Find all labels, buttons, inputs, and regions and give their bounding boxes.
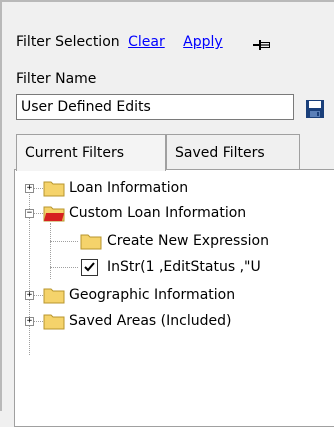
tab-saved-filters-label: Saved Filters [175,145,265,161]
apply-link[interactable]: Apply [183,34,223,50]
tree-item-saved-areas[interactable]: + Saved Areas (Included) [15,310,334,332]
pin-icon[interactable] [252,37,272,53]
save-icon[interactable] [306,100,324,118]
tree-item-loan-information[interactable]: + Loan Information [15,177,334,199]
expand-icon[interactable]: + [25,184,34,193]
folder-icon [43,288,65,304]
folder-icon [43,314,65,330]
tree-item-custom-loan-information[interactable]: − Custom Loan Information [15,202,334,224]
tree-item-label: Loan Information [69,180,189,196]
clear-link[interactable]: Clear [128,34,165,50]
tab-current-filters-label: Current Filters [25,145,124,161]
tree-item-create-new-expression[interactable]: Create New Expression [15,230,334,252]
folder-open-red-icon [43,206,65,222]
tree-item-geographic-information[interactable]: + Geographic Information [15,284,334,306]
tree-item-label: Create New Expression [107,233,269,249]
collapse-icon[interactable]: − [25,209,34,218]
tree-item-label: Geographic Information [69,287,236,303]
tab-current-filters[interactable]: Current Filters [16,134,166,171]
checkmark-icon [84,262,95,272]
filter-selection-header: Filter Selection Clear Apply [16,34,223,50]
tree-item-label: Saved Areas (Included) [69,313,232,329]
folder-icon [43,181,65,197]
folder-icon [80,234,102,250]
filter-name-label: Filter Name [16,71,97,87]
tree-item-instr-expression[interactable]: InStr(1 ,EditStatus ,"U [15,256,334,278]
expand-icon[interactable]: + [25,291,34,300]
filter-tree[interactable]: + Loan Information − Custom Loan Informa… [14,169,334,427]
tree-item-label: Custom Loan Information [69,205,247,221]
tab-saved-filters[interactable]: Saved Filters [166,134,300,170]
filter-panel: Filter Selection Clear Apply Filter Name… [0,0,334,427]
checkbox[interactable] [81,259,98,276]
expand-icon[interactable]: + [25,317,34,326]
filter-name-input[interactable] [16,94,294,120]
filter-selection-title: Filter Selection [16,34,120,50]
tree-item-label: InStr(1 ,EditStatus ,"U [107,259,261,275]
